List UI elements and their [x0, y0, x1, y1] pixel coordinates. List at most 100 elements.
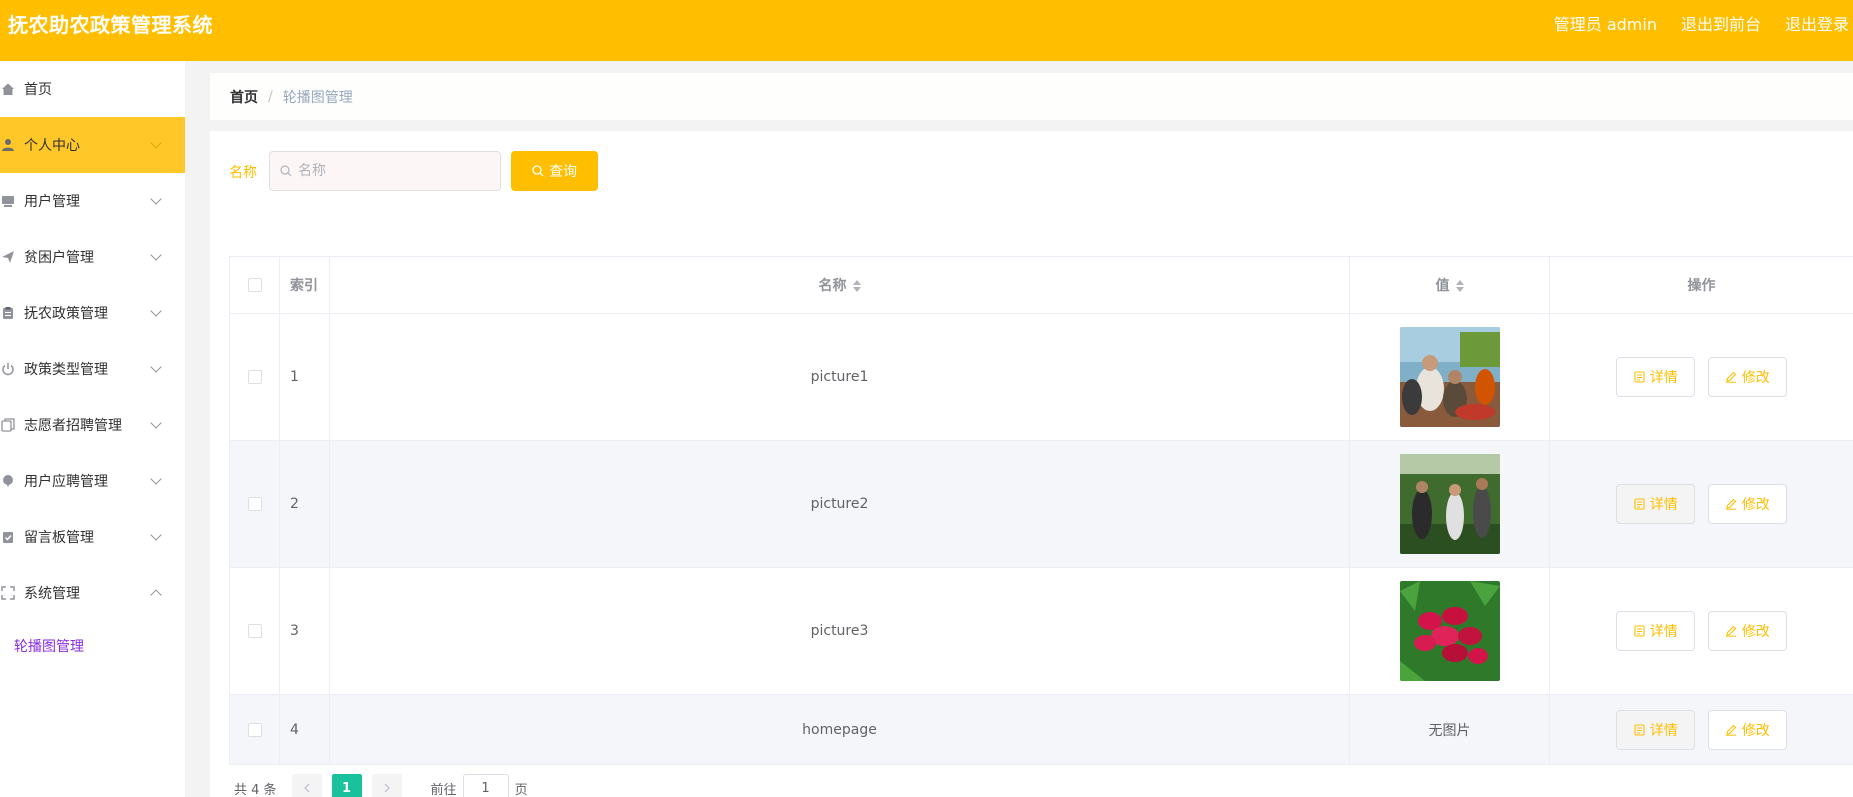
detail-button[interactable]: 详情 [1616, 484, 1696, 524]
sidebar-item-system-management[interactable]: 系统管理 [0, 565, 185, 621]
prev-page-button[interactable] [291, 774, 322, 797]
table-row: 3 picture3 详情 修改 [229, 567, 1853, 695]
edit-icon [1725, 498, 1736, 510]
page-number-active[interactable]: 1 [331, 774, 362, 797]
sidebar-item-user-applications[interactable]: 用户应聘管理 [0, 453, 185, 509]
chevron-left-icon [303, 783, 310, 793]
row-select-cell [229, 694, 280, 765]
carousel-thumbnail[interactable] [1399, 327, 1500, 427]
main-panel: 名称 查询 索引 名称 值 操作 1 pic [210, 131, 1853, 797]
user-icon [0, 137, 16, 153]
detail-button[interactable]: 详情 [1616, 357, 1696, 397]
table-row: 1 picture1 详情 修改 [229, 313, 1853, 441]
row-name: picture3 [329, 567, 1350, 695]
sort-icon[interactable] [852, 280, 861, 292]
search-icon [280, 162, 292, 181]
sidebar-item-label: 个人中心 [24, 138, 80, 154]
sidebar-item-user-management[interactable]: 用户管理 [0, 173, 185, 229]
sidebar-item-label: 抚农政策管理 [24, 306, 108, 322]
breadcrumb-home[interactable]: 首页 [230, 87, 258, 107]
row-value-text: 无图片 [1349, 694, 1550, 765]
send-icon [0, 249, 16, 265]
edit-button-label: 修改 [1741, 497, 1770, 513]
sidebar-item-personal-center[interactable]: 个人中心 [0, 117, 185, 173]
header-actions: 操作 [1549, 256, 1853, 314]
sidebar-item-policy-management[interactable]: 抚农政策管理 [0, 285, 185, 341]
carousel-thumbnail[interactable] [1399, 581, 1500, 681]
header-name[interactable]: 名称 [329, 256, 1350, 314]
search-input[interactable] [298, 163, 488, 179]
pagination: 共 4 条 1 前往 1 页 [234, 774, 528, 797]
detail-button-label: 详情 [1649, 624, 1678, 640]
carousel-table: 索引 名称 值 操作 1 picture1 详情 修改 2 picture2 详… [229, 256, 1853, 765]
page-suffix: 页 [514, 782, 528, 797]
search-field[interactable] [269, 151, 501, 191]
clipboard-icon [0, 305, 16, 321]
row-name: homepage [329, 694, 1350, 765]
row-index: 2 [279, 440, 330, 568]
sidebar-item-poor-households[interactable]: 贫困户管理 [0, 229, 185, 285]
chevron-up-icon [150, 589, 162, 601]
header-value[interactable]: 值 [1349, 256, 1550, 314]
page-jumper: 前往 1 页 [431, 774, 528, 797]
row-actions: 详情 修改 [1549, 694, 1853, 765]
breadcrumb-separator: / [268, 88, 273, 105]
chevron-down-icon [150, 193, 162, 205]
search-label: 名称 [229, 165, 257, 181]
sidebar-item-label: 用户管理 [24, 194, 80, 210]
row-checkbox[interactable] [247, 497, 262, 511]
detail-button[interactable]: 详情 [1616, 611, 1696, 651]
copy-icon [0, 417, 16, 433]
next-page-button[interactable] [371, 774, 402, 797]
chevron-down-icon [150, 417, 162, 429]
back-to-front-link[interactable]: 退出到前台 [1681, 11, 1761, 35]
sidebar-item-message-board[interactable]: 留言板管理 [0, 509, 185, 565]
sidebar-item-label: 留言板管理 [24, 530, 94, 546]
sidebar-item-label: 首页 [24, 82, 52, 98]
chevron-right-icon [384, 783, 390, 793]
checklist-icon [0, 529, 16, 545]
sidebar-subitem-carousel[interactable]: 轮播图管理 [0, 621, 185, 671]
detail-button[interactable]: 详情 [1616, 709, 1696, 750]
select-all-cell [229, 256, 280, 314]
row-select-cell [229, 313, 280, 441]
sidebar-item-home[interactable]: 首页 [0, 61, 185, 117]
sidebar-item-label: 贫困户管理 [24, 250, 94, 266]
sidebar-item-volunteer-recruit[interactable]: 志愿者招聘管理 [0, 397, 185, 453]
sidebar-item-label: 政策类型管理 [24, 362, 108, 378]
select-all-checkbox[interactable] [247, 278, 262, 292]
sort-icon[interactable] [1455, 280, 1464, 292]
edit-icon [1725, 371, 1736, 383]
row-value [1349, 440, 1550, 568]
edit-icon [1725, 724, 1736, 736]
top-header: 抚农助农政策管理系统 管理员 admin 退出到前台 退出登录 [0, 0, 1853, 61]
chevron-down-icon [150, 305, 162, 317]
table-row: 4 homepage 无图片 详情 修改 [229, 694, 1853, 765]
carousel-thumbnail[interactable] [1399, 454, 1500, 554]
chevron-down-icon [150, 137, 162, 149]
row-value [1349, 313, 1550, 441]
row-actions: 详情 修改 [1549, 440, 1853, 568]
row-checkbox[interactable] [247, 722, 262, 737]
edit-button[interactable]: 修改 [1707, 357, 1787, 397]
row-checkbox[interactable] [247, 370, 262, 384]
header-index: 索引 [279, 256, 330, 314]
logout-link[interactable]: 退出登录 [1785, 11, 1849, 35]
breadcrumb: 首页 / 轮播图管理 [210, 73, 1853, 120]
search-button[interactable]: 查询 [511, 151, 598, 191]
goto-page-input[interactable]: 1 [462, 774, 509, 797]
edit-button[interactable]: 修改 [1707, 611, 1787, 651]
detail-button-label: 详情 [1649, 370, 1678, 386]
document-icon [1634, 625, 1645, 637]
row-checkbox[interactable] [247, 624, 262, 638]
sidebar-item-policy-type[interactable]: 政策类型管理 [0, 341, 185, 397]
edit-button[interactable]: 修改 [1707, 484, 1787, 524]
chevron-down-icon [150, 473, 162, 485]
edit-button[interactable]: 修改 [1707, 709, 1787, 750]
header-name-label: 名称 [818, 278, 847, 294]
edit-icon [1725, 625, 1736, 637]
row-select-cell [229, 440, 280, 568]
row-actions: 详情 修改 [1549, 313, 1853, 441]
edit-button-label: 修改 [1741, 624, 1770, 640]
detail-button-label: 详情 [1649, 722, 1678, 739]
